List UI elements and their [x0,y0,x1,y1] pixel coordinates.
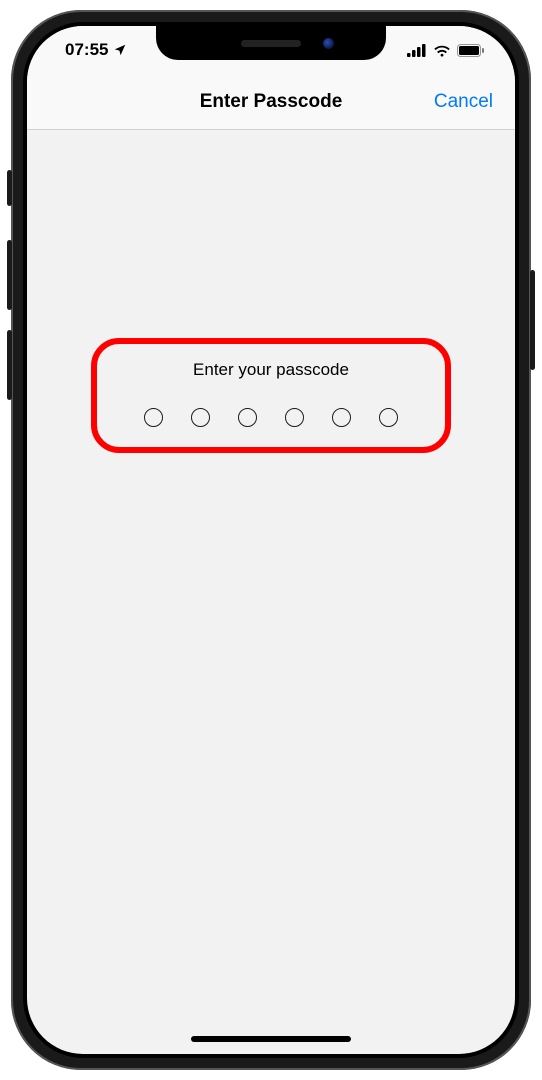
front-camera [323,38,334,49]
passcode-dot [144,408,163,427]
mute-switch [7,170,12,206]
passcode-dot [332,408,351,427]
passcode-prompt: Enter your passcode [101,360,441,380]
passcode-dots [101,408,441,427]
phone-frame: 07:55 [11,10,531,1070]
speaker-grill [241,40,301,47]
side-button [530,270,535,370]
screen: 07:55 [27,26,515,1054]
cancel-button[interactable]: Cancel [434,91,493,113]
passcode-dot [379,408,398,427]
passcode-dot [191,408,210,427]
notch [156,26,386,60]
wifi-icon [433,44,451,57]
status-time: 07:55 [65,40,108,60]
battery-icon [457,44,485,57]
location-arrow-icon [113,43,127,57]
annotation-highlight [91,338,451,453]
passcode-entry[interactable]: Enter your passcode [91,338,451,453]
home-indicator[interactable] [191,1036,351,1042]
passcode-dot [238,408,257,427]
passcode-dot [285,408,304,427]
volume-down-button [7,330,12,400]
content: Enter your passcode [27,130,515,1054]
volume-up-button [7,240,12,310]
nav-bar: Enter Passcode Cancel [27,74,515,130]
cellular-signal-icon [407,44,427,57]
page-title: Enter Passcode [200,91,343,113]
